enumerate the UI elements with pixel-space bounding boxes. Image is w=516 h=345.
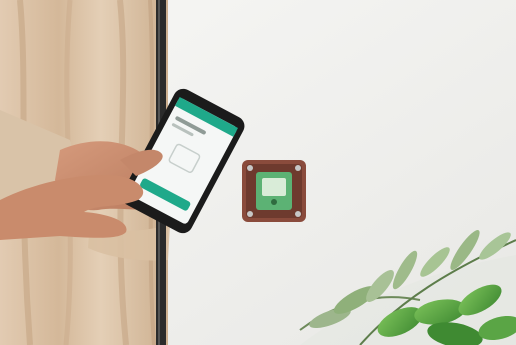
wall-device [242, 160, 306, 222]
photo-scene [0, 0, 516, 345]
photo-illustration [0, 0, 516, 345]
